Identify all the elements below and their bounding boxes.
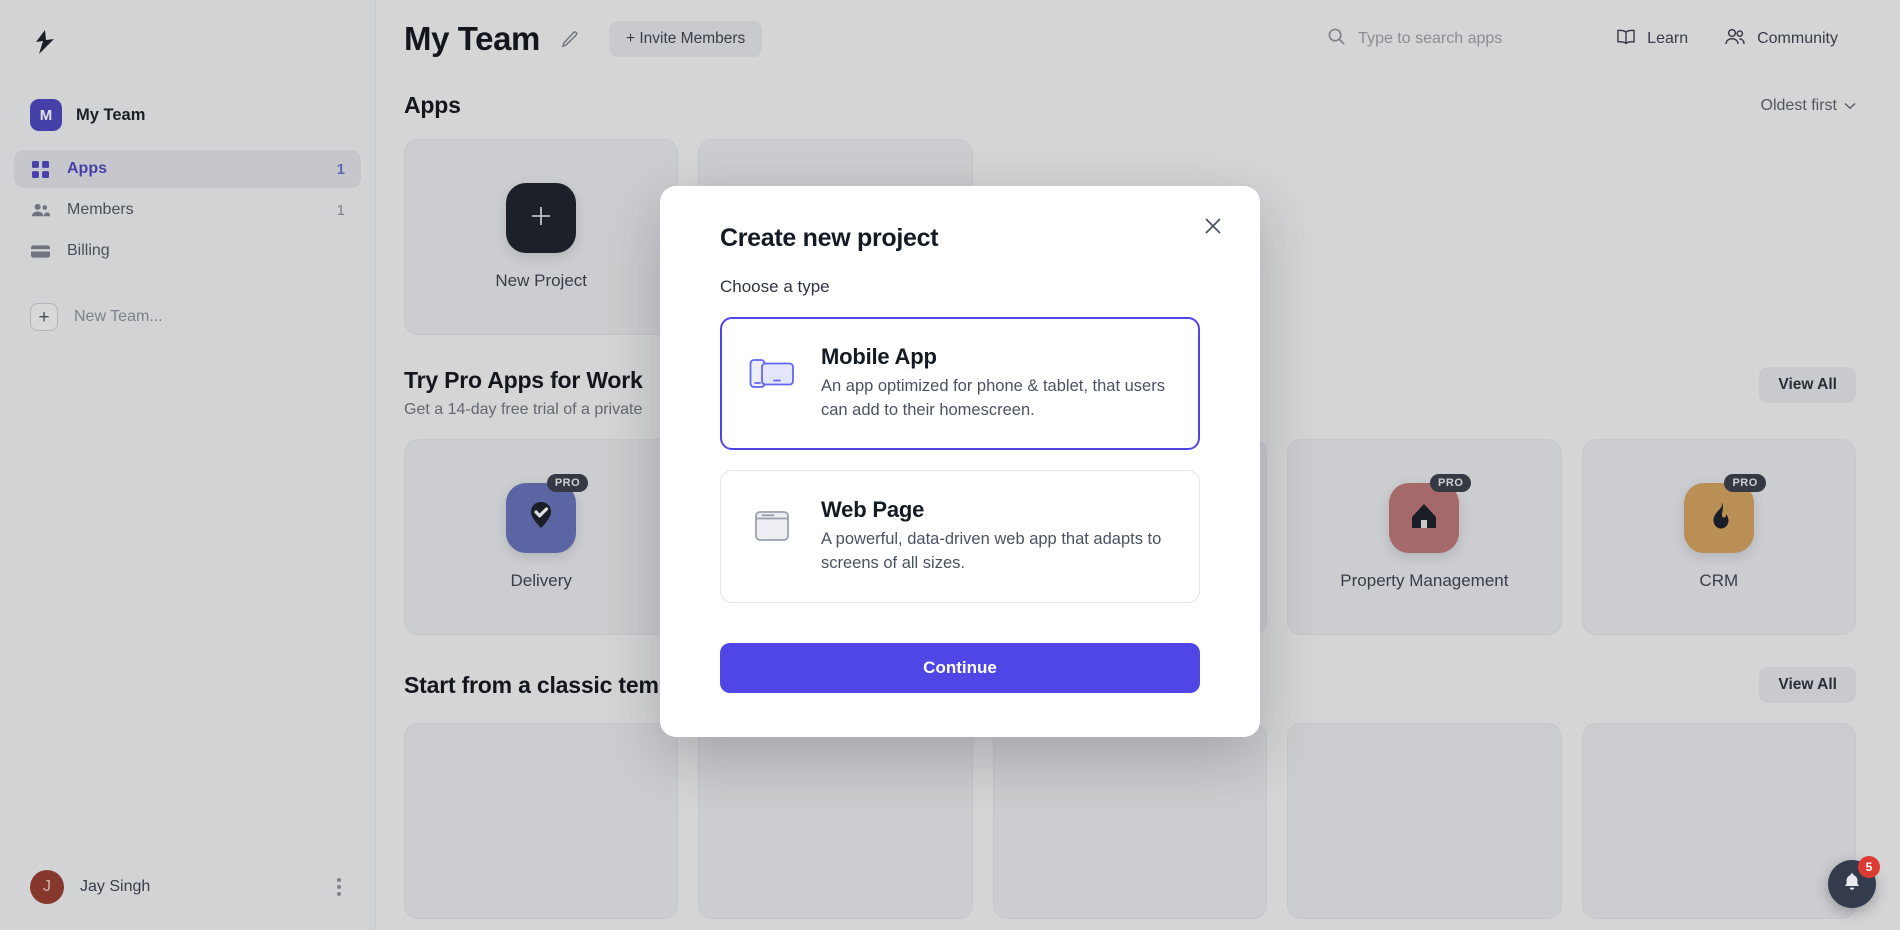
modal-subtitle: Choose a type xyxy=(720,277,830,296)
continue-button[interactable]: Continue xyxy=(720,642,1200,693)
browser-window-icon xyxy=(749,497,795,548)
option-mobile-app[interactable]: Mobile App An app optimized for phone & … xyxy=(720,317,1200,450)
option-description: A powerful, data-driven web app that ada… xyxy=(821,529,1162,572)
close-button[interactable] xyxy=(1196,210,1230,244)
option-title: Web Page xyxy=(821,496,925,522)
create-new-project-modal: Create new project Choose a type Mobile … xyxy=(660,186,1260,737)
close-icon xyxy=(1203,216,1223,239)
modal-title: Create new project xyxy=(720,224,939,252)
option-title: Mobile App xyxy=(821,344,937,369)
bell-icon xyxy=(1841,871,1863,898)
option-web-page[interactable]: Web Page A powerful, data-driven web app… xyxy=(720,469,1200,603)
phone-tablet-icon xyxy=(749,344,795,395)
notification-button[interactable]: 5 xyxy=(1828,856,1880,908)
modal-overlay: Create new project Choose a type Mobile … xyxy=(0,0,1900,930)
notification-badge: 5 xyxy=(1858,856,1880,878)
option-description: An app optimized for phone & tablet, tha… xyxy=(821,377,1165,419)
